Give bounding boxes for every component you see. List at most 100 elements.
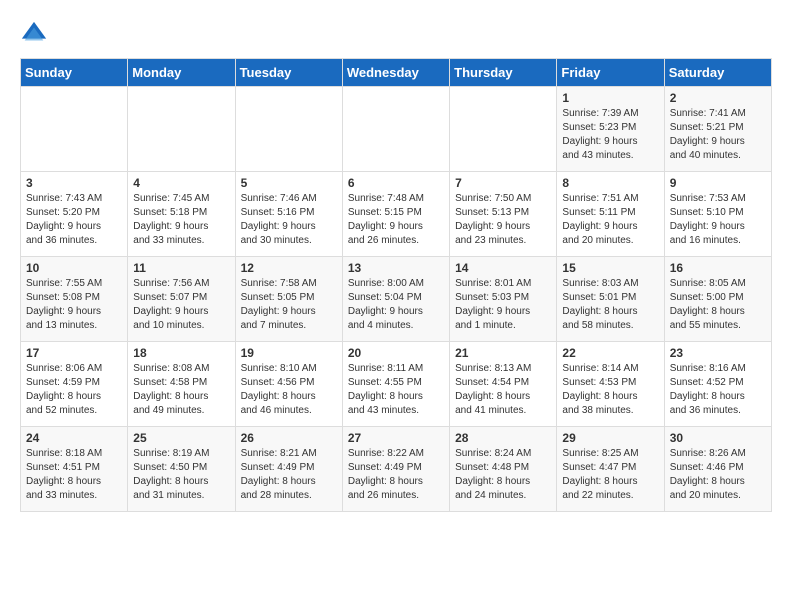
day-number: 25: [133, 431, 229, 445]
day-info: Sunrise: 7:48 AM Sunset: 5:15 PM Dayligh…: [348, 192, 444, 248]
header-friday: Friday: [557, 59, 664, 87]
calendar-cell: 12 Sunrise: 7:58 AM Sunset: 5:05 PM Dayli…: [235, 257, 342, 342]
day-number: 9: [670, 176, 766, 190]
calendar-cell: [235, 87, 342, 172]
calendar-cell: 23 Sunrise: 8:16 AM Sunset: 4:52 PM Dayli…: [664, 342, 771, 427]
day-number: 27: [348, 431, 444, 445]
day-info: Sunrise: 8:16 AM Sunset: 4:52 PM Dayligh…: [670, 362, 766, 418]
header-wednesday: Wednesday: [342, 59, 449, 87]
calendar-cell: 17 Sunrise: 8:06 AM Sunset: 4:59 PM Dayli…: [21, 342, 128, 427]
day-number: 17: [26, 346, 122, 360]
day-number: 19: [241, 346, 337, 360]
calendar-cell: 29Sunrise: 8:25 AM Sunset: 4:47 PM Dayli…: [557, 427, 664, 512]
header-monday: Monday: [128, 59, 235, 87]
day-info: Sunrise: 7:46 AM Sunset: 5:16 PM Dayligh…: [241, 192, 337, 248]
day-number: 13: [348, 261, 444, 275]
header-thursday: Thursday: [450, 59, 557, 87]
day-number: 22: [562, 346, 658, 360]
day-info: Sunrise: 7:56 AM Sunset: 5:07 PM Dayligh…: [133, 277, 229, 333]
calendar-cell: 28Sunrise: 8:24 AM Sunset: 4:48 PM Dayli…: [450, 427, 557, 512]
calendar-cell: 2 Sunrise: 7:41 AM Sunset: 5:21 PM Daylig…: [664, 87, 771, 172]
day-info: Sunrise: 8:13 AM Sunset: 4:54 PM Dayligh…: [455, 362, 551, 418]
calendar-cell: 13 Sunrise: 8:00 AM Sunset: 5:04 PM Dayli…: [342, 257, 449, 342]
day-info: Sunrise: 8:06 AM Sunset: 4:59 PM Dayligh…: [26, 362, 122, 418]
calendar-cell: 25 Sunrise: 8:19 AM Sunset: 4:50 PM Dayli…: [128, 427, 235, 512]
page-header: [20, 20, 772, 48]
calendar-cell: 15Sunrise: 8:03 AM Sunset: 5:01 PM Dayli…: [557, 257, 664, 342]
calendar-cell: 5 Sunrise: 7:46 AM Sunset: 5:16 PM Daylig…: [235, 172, 342, 257]
day-info: Sunrise: 8:00 AM Sunset: 5:04 PM Dayligh…: [348, 277, 444, 333]
day-info: Sunrise: 7:55 AM Sunset: 5:08 PM Dayligh…: [26, 277, 122, 333]
day-number: 10: [26, 261, 122, 275]
day-info: Sunrise: 8:03 AM Sunset: 5:01 PM Dayligh…: [562, 277, 658, 333]
day-number: 5: [241, 176, 337, 190]
day-number: 3: [26, 176, 122, 190]
day-number: 2: [670, 91, 766, 105]
day-info: Sunrise: 8:10 AM Sunset: 4:56 PM Dayligh…: [241, 362, 337, 418]
day-info: Sunrise: 7:50 AM Sunset: 5:13 PM Dayligh…: [455, 192, 551, 248]
day-info: Sunrise: 8:25 AM Sunset: 4:47 PM Dayligh…: [562, 447, 658, 503]
day-number: 12: [241, 261, 337, 275]
logo: [20, 20, 52, 48]
calendar-cell: 20Sunrise: 8:11 AM Sunset: 4:55 PM Dayli…: [342, 342, 449, 427]
day-number: 8: [562, 176, 658, 190]
day-number: 26: [241, 431, 337, 445]
day-number: 21: [455, 346, 551, 360]
day-number: 4: [133, 176, 229, 190]
calendar-cell: [450, 87, 557, 172]
day-number: 28: [455, 431, 551, 445]
day-info: Sunrise: 7:41 AM Sunset: 5:21 PM Dayligh…: [670, 107, 766, 163]
calendar-week-5: 24 Sunrise: 8:18 AM Sunset: 4:51 PM Dayli…: [21, 427, 772, 512]
calendar-cell: 6Sunrise: 7:48 AM Sunset: 5:15 PM Daylig…: [342, 172, 449, 257]
day-info: Sunrise: 8:01 AM Sunset: 5:03 PM Dayligh…: [455, 277, 551, 333]
calendar-cell: 30 Sunrise: 8:26 AM Sunset: 4:46 PM Dayli…: [664, 427, 771, 512]
calendar-week-2: 3 Sunrise: 7:43 AM Sunset: 5:20 PM Daylig…: [21, 172, 772, 257]
day-number: 1: [562, 91, 658, 105]
day-number: 16: [670, 261, 766, 275]
day-info: Sunrise: 7:51 AM Sunset: 5:11 PM Dayligh…: [562, 192, 658, 248]
header-sunday: Sunday: [21, 59, 128, 87]
day-info: Sunrise: 8:22 AM Sunset: 4:49 PM Dayligh…: [348, 447, 444, 503]
logo-icon: [20, 20, 48, 48]
calendar-week-3: 10 Sunrise: 7:55 AM Sunset: 5:08 PM Dayli…: [21, 257, 772, 342]
day-number: 24: [26, 431, 122, 445]
header-tuesday: Tuesday: [235, 59, 342, 87]
calendar-header: SundayMondayTuesdayWednesdayThursdayFrid…: [21, 59, 772, 87]
day-info: Sunrise: 7:58 AM Sunset: 5:05 PM Dayligh…: [241, 277, 337, 333]
day-info: Sunrise: 7:53 AM Sunset: 5:10 PM Dayligh…: [670, 192, 766, 248]
calendar-cell: 27 Sunrise: 8:22 AM Sunset: 4:49 PM Dayli…: [342, 427, 449, 512]
day-info: Sunrise: 7:39 AM Sunset: 5:23 PM Dayligh…: [562, 107, 658, 163]
day-info: Sunrise: 8:11 AM Sunset: 4:55 PM Dayligh…: [348, 362, 444, 418]
calendar-cell: 7 Sunrise: 7:50 AM Sunset: 5:13 PM Daylig…: [450, 172, 557, 257]
calendar-cell: 1 Sunrise: 7:39 AM Sunset: 5:23 PM Daylig…: [557, 87, 664, 172]
day-info: Sunrise: 8:26 AM Sunset: 4:46 PM Dayligh…: [670, 447, 766, 503]
calendar-cell: [21, 87, 128, 172]
calendar-cell: 14 Sunrise: 8:01 AM Sunset: 5:03 PM Dayli…: [450, 257, 557, 342]
day-number: 23: [670, 346, 766, 360]
day-info: Sunrise: 8:08 AM Sunset: 4:58 PM Dayligh…: [133, 362, 229, 418]
day-number: 11: [133, 261, 229, 275]
calendar-cell: 11 Sunrise: 7:56 AM Sunset: 5:07 PM Dayli…: [128, 257, 235, 342]
day-number: 18: [133, 346, 229, 360]
day-info: Sunrise: 8:14 AM Sunset: 4:53 PM Dayligh…: [562, 362, 658, 418]
day-info: Sunrise: 7:45 AM Sunset: 5:18 PM Dayligh…: [133, 192, 229, 248]
calendar-cell: [128, 87, 235, 172]
day-number: 7: [455, 176, 551, 190]
day-info: Sunrise: 8:18 AM Sunset: 4:51 PM Dayligh…: [26, 447, 122, 503]
day-info: Sunrise: 8:19 AM Sunset: 4:50 PM Dayligh…: [133, 447, 229, 503]
calendar-cell: 21 Sunrise: 8:13 AM Sunset: 4:54 PM Dayli…: [450, 342, 557, 427]
header-saturday: Saturday: [664, 59, 771, 87]
day-info: Sunrise: 8:21 AM Sunset: 4:49 PM Dayligh…: [241, 447, 337, 503]
calendar-cell: 22 Sunrise: 8:14 AM Sunset: 4:53 PM Dayli…: [557, 342, 664, 427]
day-info: Sunrise: 7:43 AM Sunset: 5:20 PM Dayligh…: [26, 192, 122, 248]
calendar-week-1: 1 Sunrise: 7:39 AM Sunset: 5:23 PM Daylig…: [21, 87, 772, 172]
calendar-cell: 26 Sunrise: 8:21 AM Sunset: 4:49 PM Dayli…: [235, 427, 342, 512]
calendar-cell: 3 Sunrise: 7:43 AM Sunset: 5:20 PM Daylig…: [21, 172, 128, 257]
calendar-cell: [342, 87, 449, 172]
calendar-cell: 10 Sunrise: 7:55 AM Sunset: 5:08 PM Dayli…: [21, 257, 128, 342]
calendar-cell: 4 Sunrise: 7:45 AM Sunset: 5:18 PM Daylig…: [128, 172, 235, 257]
day-number: 30: [670, 431, 766, 445]
calendar-table: SundayMondayTuesdayWednesdayThursdayFrid…: [20, 58, 772, 512]
day-number: 14: [455, 261, 551, 275]
calendar-week-4: 17 Sunrise: 8:06 AM Sunset: 4:59 PM Dayli…: [21, 342, 772, 427]
